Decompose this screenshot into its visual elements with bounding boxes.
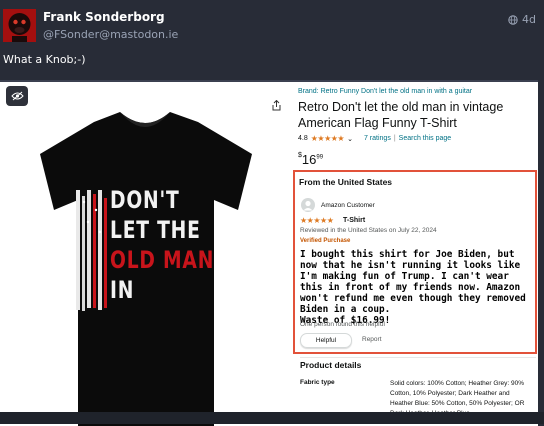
review-title[interactable]: T-Shirt bbox=[343, 217, 365, 224]
shirt-print-line-1: DON'T bbox=[110, 186, 180, 214]
post-header: Frank Sonderborg @FSonder@mastodon.ie 4d bbox=[0, 0, 544, 50]
review-card: From the United States Amazon Customer ★… bbox=[293, 170, 537, 354]
price-fraction: 99 bbox=[316, 154, 324, 161]
review-body: I bought this shirt for Joe Biden, but n… bbox=[300, 249, 526, 326]
avatar[interactable] bbox=[3, 9, 36, 42]
post-timestamp[interactable]: 4d bbox=[508, 13, 536, 26]
search-page-link[interactable]: Search this page bbox=[399, 135, 452, 142]
price-whole: 16 bbox=[301, 152, 317, 167]
display-name[interactable]: Frank Sonderborg bbox=[43, 10, 165, 24]
helpful-button[interactable]: Helpful bbox=[300, 333, 352, 348]
share-icon-svg bbox=[272, 99, 281, 111]
product-info: Brand: Retro Funny Don't let the old man… bbox=[298, 88, 538, 167]
shirt-print-line-4: IN bbox=[110, 276, 135, 304]
status-text: What a Knob;-) bbox=[3, 53, 86, 66]
fabric-label: Fabric type bbox=[300, 379, 335, 386]
eye-slash-icon bbox=[10, 91, 24, 101]
rating-value: 4.8 bbox=[298, 135, 308, 142]
chevron-down-icon[interactable]: ⌄ bbox=[347, 135, 353, 143]
helpful-count: One person found this helpful bbox=[300, 321, 385, 328]
review-date: Reviewed in the United States on July 22… bbox=[300, 227, 437, 234]
product-title: Retro Don't let the old man in vintage A… bbox=[298, 100, 504, 130]
account-handle[interactable]: @FSonder@mastodon.ie bbox=[43, 28, 178, 41]
star-rating-icon[interactable]: ★★★★★ bbox=[311, 134, 345, 143]
review-section-heading: From the United States bbox=[299, 177, 393, 187]
rating-line: 4.8 ★★★★★ ⌄ 7 ratings | Search this page bbox=[298, 134, 538, 143]
share-icon[interactable] bbox=[272, 96, 281, 115]
relative-time: 4d bbox=[522, 13, 536, 26]
details-heading: Product details bbox=[300, 357, 536, 370]
ratings-count-link[interactable]: 7 ratings bbox=[364, 135, 391, 142]
media-attachment[interactable]: DON'T LET THE OLD MAN IN Brand: Retro Fu… bbox=[0, 80, 538, 426]
globe-icon bbox=[508, 14, 518, 25]
customer-avatar-icon bbox=[301, 198, 315, 212]
divider: | bbox=[393, 135, 396, 142]
shirt-print-line-2: LET THE bbox=[110, 216, 201, 244]
review-stars-icon: ★★★★★ bbox=[300, 216, 334, 225]
report-link[interactable]: Report bbox=[362, 336, 382, 343]
hide-media-button[interactable] bbox=[6, 86, 28, 106]
monkey-avatar-icon bbox=[3, 9, 36, 42]
user-icon bbox=[303, 200, 313, 211]
product-details: Product details Fabric type Solid colors… bbox=[300, 357, 536, 419]
reviewer-name[interactable]: Amazon Customer bbox=[321, 202, 375, 209]
price: $1699 bbox=[298, 152, 538, 167]
verified-purchase-badge: Verified Purchase bbox=[300, 238, 351, 244]
next-post-strip bbox=[0, 412, 544, 424]
product-image: DON'T LET THE OLD MAN IN bbox=[2, 82, 288, 426]
brand-link[interactable]: Brand: Retro Funny Don't let the old man… bbox=[298, 88, 538, 95]
shirt-print-line-3: OLD MAN bbox=[110, 246, 215, 274]
